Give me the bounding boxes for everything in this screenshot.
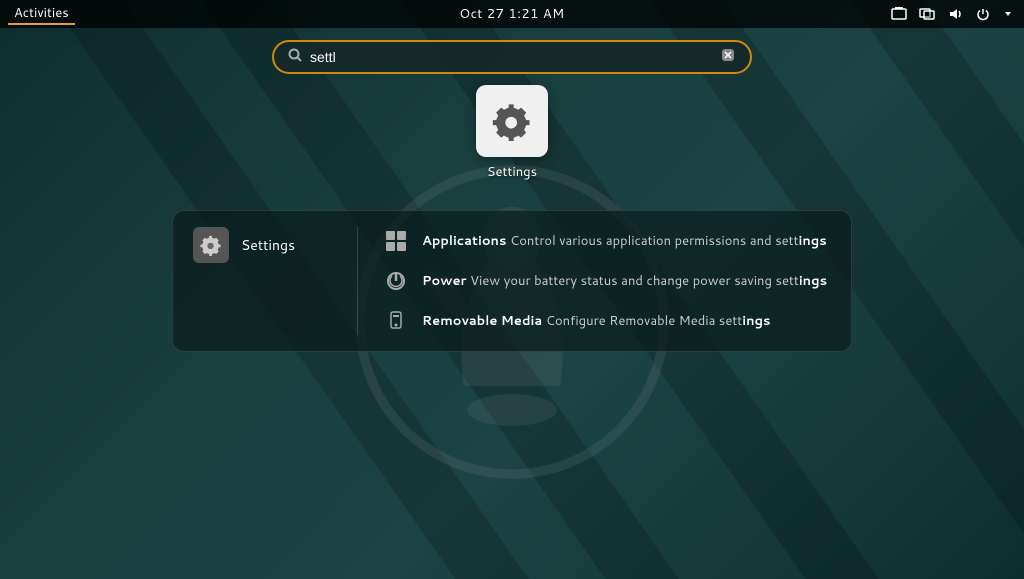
search-container [272, 40, 752, 74]
power-result-icon [382, 267, 410, 295]
window-icon[interactable] [916, 6, 938, 22]
search-input[interactable] [310, 49, 712, 65]
result-removable-media-title: Removable Media [422, 312, 542, 330]
screenshot-icon[interactable] [888, 6, 910, 22]
result-applications-text: Applications Control various application… [422, 232, 827, 250]
results-divider [357, 227, 358, 335]
results-panel: Settings Applications Control various ap… [172, 210, 852, 352]
clock-display: Oct 27 1:21 AM [459, 5, 564, 23]
result-applications-title: Applications [422, 232, 506, 250]
results-app-entry[interactable]: Settings [193, 227, 333, 263]
topbar-right-icons [888, 6, 1016, 22]
featured-app-container: Settings [476, 85, 548, 181]
result-item-power[interactable]: Power View your battery status and chang… [382, 267, 831, 295]
topbar: Activities Oct 27 1:21 AM [0, 0, 1024, 28]
featured-app-label: Settings [487, 163, 537, 181]
results-app-name: Settings [241, 235, 295, 255]
results-items-list: Applications Control various application… [382, 227, 831, 335]
result-item-applications[interactable]: Applications Control various application… [382, 227, 831, 255]
result-power-text: Power View your battery status and chang… [422, 272, 827, 290]
search-icon [288, 47, 302, 67]
result-applications-desc: Control various application permissions … [510, 232, 827, 250]
search-clear-icon[interactable] [720, 47, 736, 67]
system-menu-chevron-icon[interactable] [1000, 9, 1016, 19]
search-box[interactable] [272, 40, 752, 74]
result-removable-media-desc: Configure Removable Media settings [546, 312, 771, 330]
result-item-removable-media[interactable]: Removable Media Configure Removable Medi… [382, 307, 831, 335]
applications-icon [382, 227, 410, 255]
removable-media-icon [382, 307, 410, 335]
results-settings-icon [193, 227, 229, 263]
result-power-title: Power [422, 272, 467, 290]
result-removable-media-text: Removable Media Configure Removable Medi… [422, 312, 771, 330]
activities-button[interactable]: Activities [8, 4, 75, 25]
volume-icon[interactable] [944, 6, 966, 22]
result-power-desc: View your battery status and change powe… [470, 272, 827, 290]
settings-app-icon[interactable] [476, 85, 548, 157]
power-icon[interactable] [972, 6, 994, 22]
